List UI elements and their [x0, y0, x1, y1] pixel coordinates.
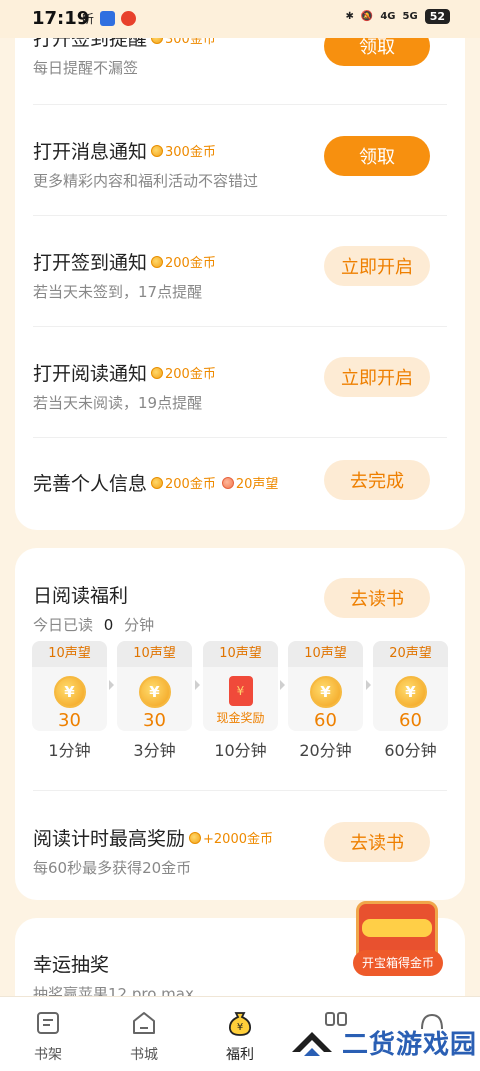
- nav-welfare[interactable]: ¥ 福利: [200, 1009, 280, 1064]
- step-value: 30: [58, 710, 81, 731]
- task-title: 打开签到通知: [33, 252, 148, 274]
- step-time: 10分钟: [214, 741, 267, 760]
- red-envelope-icon: ¥: [228, 676, 253, 706]
- step-reward: 10声望: [288, 641, 363, 667]
- coin-reward-badge: 200金币: [151, 252, 216, 271]
- coin-reward-badge: 200金币 20声望: [151, 473, 278, 492]
- task-row-message-notify: 打开消息通知 300金币 更多精彩内容和福利活动不容错过 领取: [33, 136, 447, 191]
- step-reward: 10声望: [32, 641, 107, 667]
- step-arrow-icon: [280, 680, 285, 690]
- weibo-notification-icon: [121, 11, 137, 26]
- watermark-text: 二货游戏园: [342, 1030, 478, 1060]
- nav-bookstore[interactable]: 书城: [104, 1009, 184, 1064]
- step-arrow-icon: [195, 680, 200, 690]
- coin-icon: ¥: [309, 676, 342, 708]
- nav-label: 书城: [130, 1047, 158, 1063]
- step-time: 60分钟: [384, 741, 437, 760]
- task-title: 阅读计时最高奖励: [33, 828, 186, 850]
- go-read-button[interactable]: 去读书: [324, 578, 430, 618]
- divider: [33, 104, 447, 105]
- go-read-button[interactable]: 去读书: [324, 822, 430, 862]
- treasure-chest-button[interactable]: 开宝箱得金币: [350, 893, 446, 985]
- status-left-icons: 听: [82, 10, 137, 27]
- step-value: 60: [314, 710, 337, 731]
- divider: [33, 437, 447, 438]
- coin-icon: ¥: [394, 676, 427, 708]
- reading-step-5[interactable]: 20声望 ¥ 60: [373, 641, 448, 731]
- task-row-checkin-notify: 打开签到通知 200金币 若当天未签到，17点提醒 立即开启: [33, 246, 447, 302]
- coin-icon: [151, 144, 164, 157]
- money-bag-icon: ¥: [226, 1009, 254, 1037]
- step-arrow-icon: [109, 680, 114, 690]
- step-reward: 10声望: [117, 641, 192, 667]
- step-reward: 10声望: [203, 641, 278, 667]
- coin-icon: ¥: [138, 676, 171, 708]
- watermark: 二货游戏园: [290, 1024, 477, 1061]
- svg-text:¥: ¥: [237, 1022, 243, 1033]
- coin-icon: [189, 831, 202, 844]
- task-title: 完善个人信息: [33, 473, 148, 495]
- chest-coins-icon: [362, 919, 432, 937]
- complete-button[interactable]: 去完成: [324, 460, 430, 500]
- status-bar: 17:19 听 ✱ 🔕 4G 5G 52: [0, 0, 480, 38]
- step-time: 3分钟: [133, 741, 176, 760]
- step-time: 1分钟: [48, 741, 91, 760]
- enable-now-button[interactable]: 立即开启: [324, 357, 430, 397]
- divider: [33, 326, 447, 327]
- step-value: 60: [399, 710, 422, 731]
- coin-reward-badge: 300金币: [151, 141, 216, 160]
- bookshelf-icon: [34, 1009, 62, 1037]
- coin-icon: [151, 476, 164, 489]
- daily-reading-header: 日阅读福利 今日已读 0 分钟 去读书: [33, 578, 447, 635]
- listen-status-icon: 听: [82, 12, 95, 26]
- step-value: 30: [143, 710, 166, 731]
- claim-button[interactable]: 领取: [324, 136, 430, 176]
- divider: [33, 790, 447, 791]
- reading-step-4[interactable]: 10声望 ¥ 60: [288, 641, 363, 731]
- bookstore-icon: [130, 1009, 158, 1037]
- reading-step-2[interactable]: 10声望 ¥ 30: [117, 641, 192, 731]
- nav-label: 书架: [34, 1047, 62, 1063]
- watermark-logo-icon: [292, 1031, 332, 1056]
- chest-label: 开宝箱得金币: [353, 950, 443, 976]
- enable-now-button[interactable]: 立即开启: [324, 246, 430, 286]
- nav-label: 福利: [226, 1047, 254, 1063]
- step-time: 20分钟: [299, 741, 352, 760]
- app-notification-icon: [100, 11, 116, 26]
- step-arrow-icon: [366, 680, 371, 690]
- coin-icon: [151, 366, 164, 379]
- network-4g-icon: 4G: [380, 11, 396, 22]
- reading-step-3[interactable]: 10声望 ¥ 现金奖励: [203, 641, 278, 731]
- timer-reward-row: 阅读计时最高奖励 +2000金币 每60秒最多获得20金币 去读书: [33, 822, 447, 878]
- status-right-icons: ✱ 🔕 4G 5G 52: [345, 9, 450, 24]
- step-reward: 20声望: [373, 641, 448, 667]
- coin-icon: [151, 255, 164, 268]
- task-row-profile: 完善个人信息 200金币 20声望 去完成: [33, 460, 447, 500]
- nav-bookshelf[interactable]: 书架: [8, 1009, 88, 1064]
- task-title: 打开阅读通知: [33, 363, 148, 385]
- task-row-reading-notify: 打开阅读通知 200金币 若当天未阅读，19点提醒 立即开启: [33, 357, 447, 413]
- mute-icon: 🔕: [360, 11, 374, 22]
- reputation-icon: [221, 476, 234, 489]
- coin-reward-badge: +2000金币: [189, 828, 273, 847]
- coin-icon: ¥: [53, 676, 86, 708]
- minutes-read-count: 0: [103, 616, 114, 634]
- battery-icon: 52: [424, 9, 450, 24]
- status-time: 17:19: [32, 8, 90, 29]
- step-value: 现金奖励: [216, 711, 265, 725]
- coin-reward-badge: 200金币: [151, 363, 216, 382]
- task-title: 打开消息通知: [33, 141, 148, 163]
- bluetooth-icon: ✱: [345, 11, 354, 22]
- reading-step-1[interactable]: 10声望 ¥ 30: [32, 641, 107, 731]
- network-5g-icon: 5G: [402, 11, 418, 22]
- divider: [33, 215, 447, 216]
